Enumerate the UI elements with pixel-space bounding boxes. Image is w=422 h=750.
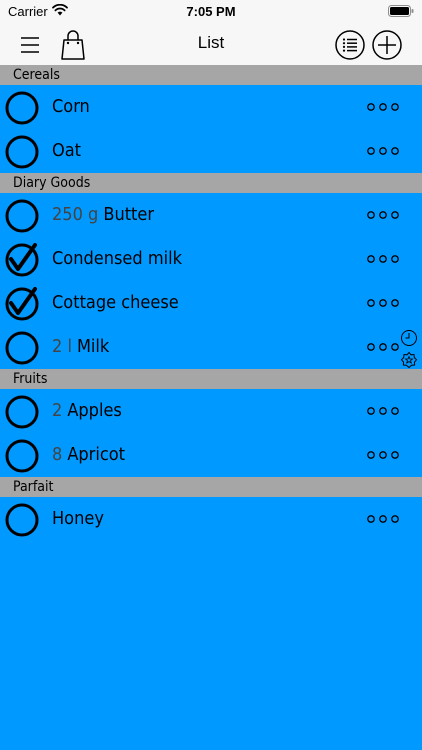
- item-name: Honey: [52, 508, 104, 529]
- unchecked-circle-icon[interactable]: [5, 331, 39, 365]
- clock-icon: [401, 330, 417, 346]
- item-quantity: 2 l: [52, 336, 72, 357]
- more-options-icon[interactable]: [366, 511, 400, 527]
- more-options-icon[interactable]: [366, 295, 400, 311]
- list-item[interactable]: 250 g Butter: [0, 193, 422, 237]
- item-quantity: 2: [52, 400, 63, 421]
- item-name: Milk: [76, 336, 110, 357]
- item-name: Cottage cheese: [52, 292, 179, 313]
- list-item[interactable]: Oat: [0, 129, 422, 173]
- more-options-icon[interactable]: [366, 251, 400, 267]
- star-badge-icon: [400, 351, 418, 369]
- item-label: Condensed milk: [52, 237, 182, 281]
- section-header: Cereals: [0, 65, 422, 85]
- item-label: Corn: [52, 85, 90, 129]
- more-options-icon[interactable]: [366, 99, 400, 115]
- item-status-icons: [400, 329, 418, 369]
- more-options-icon[interactable]: [366, 143, 400, 159]
- status-bar: Carrier 7:05 PM: [0, 0, 422, 22]
- list-item[interactable]: 2 l Milk: [0, 325, 422, 369]
- list-item[interactable]: 8 Apricot: [0, 433, 422, 477]
- unchecked-circle-icon[interactable]: [5, 135, 39, 169]
- item-label: 8 Apricot: [52, 433, 125, 477]
- item-quantity: 250 g: [52, 204, 99, 225]
- section-header: Fruits: [0, 369, 422, 389]
- item-label: 2 l Milk: [52, 325, 109, 369]
- unchecked-circle-icon[interactable]: [5, 91, 39, 125]
- unchecked-circle-icon[interactable]: [5, 503, 39, 537]
- item-label: Oat: [52, 129, 81, 173]
- list-item[interactable]: Corn: [0, 85, 422, 129]
- item-label: Honey: [52, 497, 104, 541]
- item-name: Apricot: [67, 444, 125, 465]
- add-icon[interactable]: [371, 29, 403, 61]
- item-name: Condensed milk: [52, 248, 182, 269]
- item-label: 2 Apples: [52, 389, 122, 433]
- status-time: 7:05 PM: [186, 4, 236, 19]
- list-item[interactable]: 2 Apples: [0, 389, 422, 433]
- item-name: Apples: [67, 400, 122, 421]
- item-label: 250 g Butter: [52, 193, 154, 237]
- list-item[interactable]: Condensed milk: [0, 237, 422, 281]
- more-options-icon[interactable]: [366, 403, 400, 419]
- battery-icon: [388, 5, 414, 17]
- unchecked-circle-icon[interactable]: [5, 199, 39, 233]
- more-options-icon[interactable]: [366, 447, 400, 463]
- section-header: Parfait: [0, 477, 422, 497]
- list-icon[interactable]: [334, 29, 366, 61]
- navigation-bar: List: [0, 22, 422, 65]
- list-item[interactable]: Honey: [0, 497, 422, 541]
- unchecked-circle-icon[interactable]: [5, 439, 39, 473]
- checked-circle-icon[interactable]: [5, 287, 39, 321]
- checked-circle-icon[interactable]: [5, 243, 39, 277]
- section-header: Diary Goods: [0, 173, 422, 193]
- more-options-icon[interactable]: [366, 207, 400, 223]
- list-item[interactable]: Cottage cheese: [0, 281, 422, 325]
- item-label: Cottage cheese: [52, 281, 179, 325]
- more-options-icon[interactable]: [366, 339, 400, 355]
- unchecked-circle-icon[interactable]: [5, 395, 39, 429]
- item-name: Oat: [52, 140, 82, 161]
- item-quantity: 8: [52, 444, 63, 465]
- item-name: Butter: [103, 204, 155, 225]
- item-name: Corn: [52, 96, 90, 117]
- shopping-list: Cereals Corn Oat Diary Goods 250 g Butter Cond…: [0, 65, 422, 541]
